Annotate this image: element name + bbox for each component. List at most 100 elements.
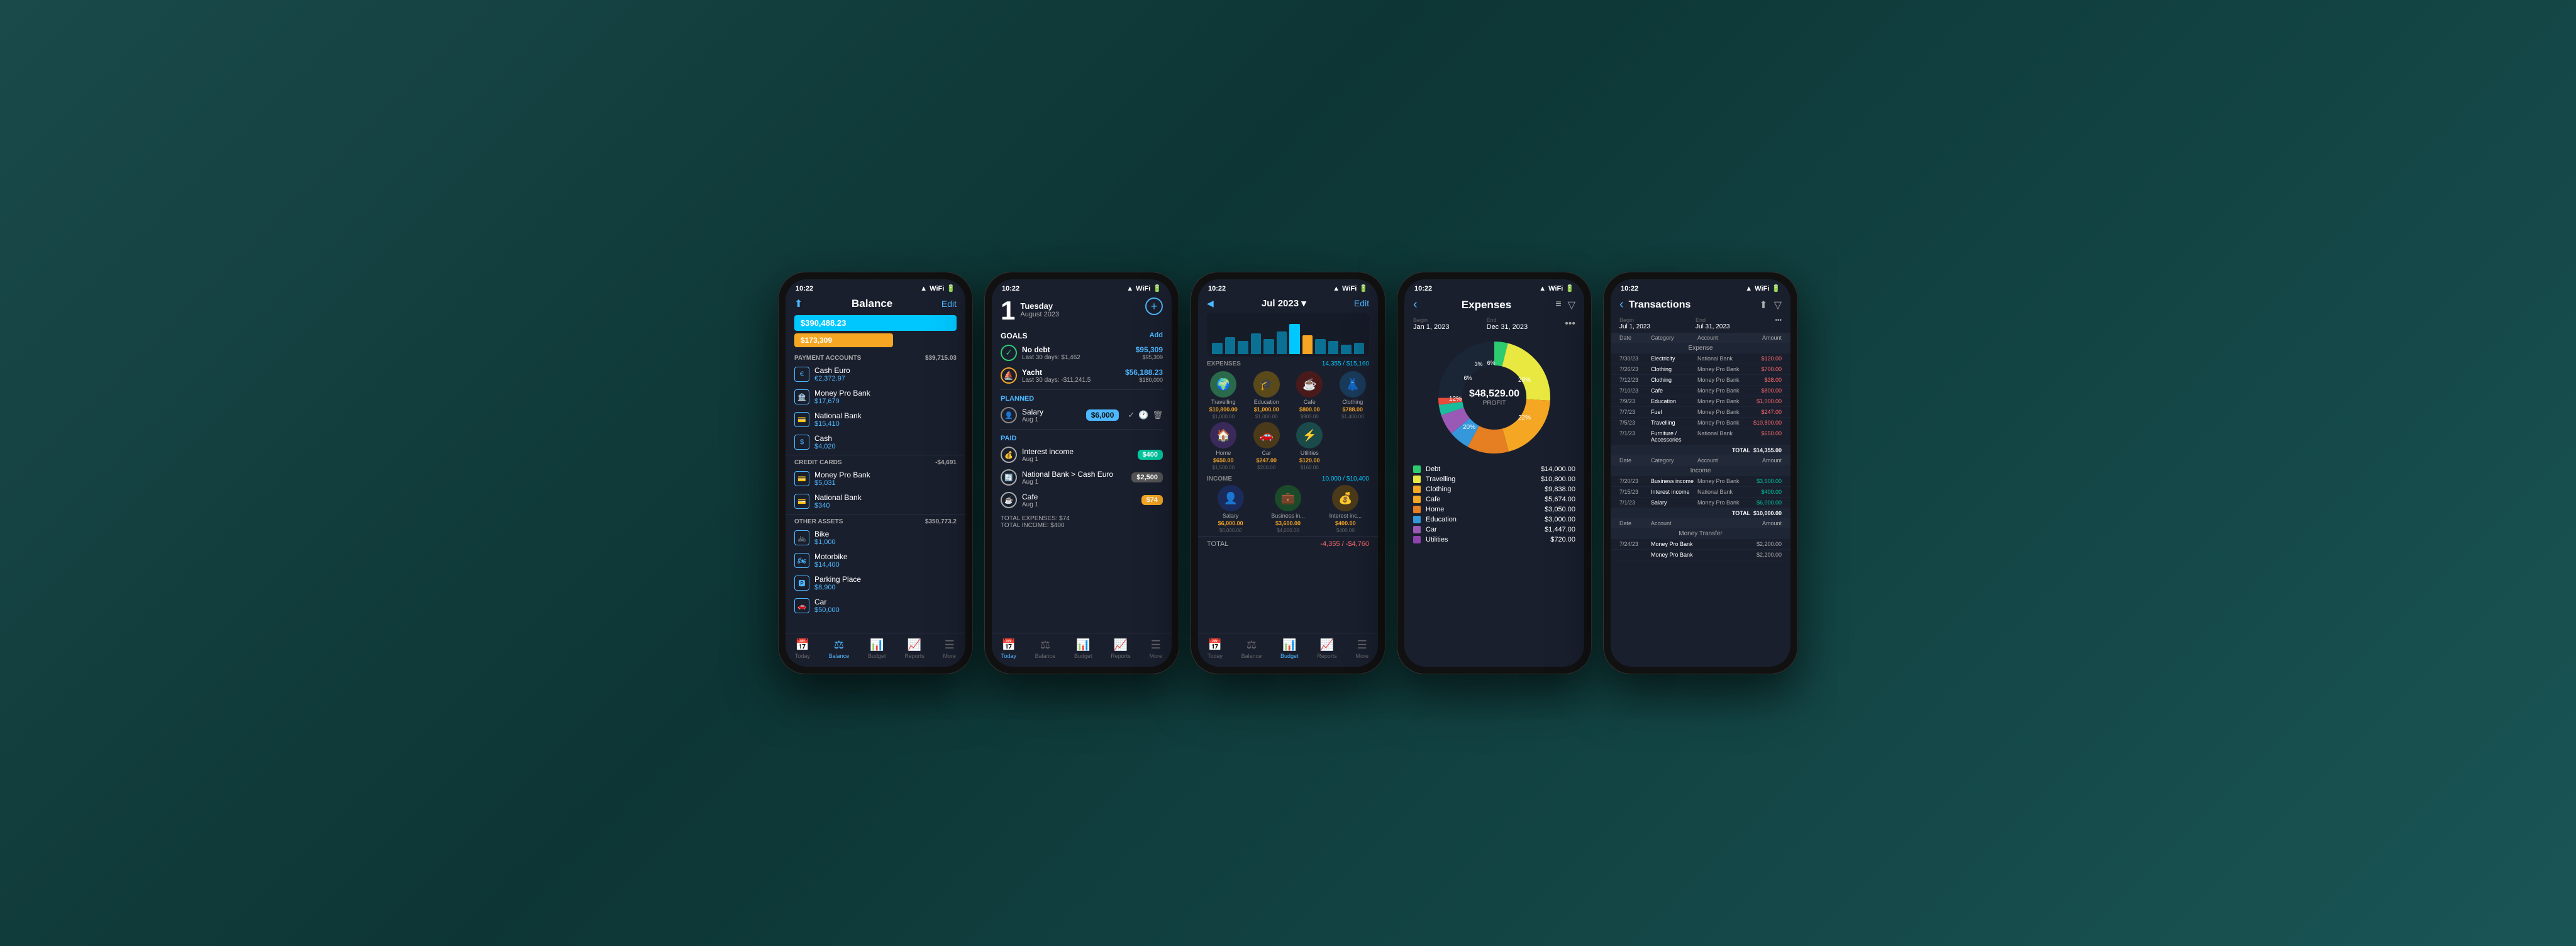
nav-balance-2[interactable]: ⚖ Balance [1035,638,1056,659]
planned-actions: ✓ 🕐 🗑 [1128,410,1163,420]
income-table-header: Date Category Account Amount [1611,455,1790,465]
payment-accounts-header: PAYMENT ACCOUNTS $39,715.03 [786,352,965,363]
car-color [1413,526,1421,533]
expense-travelling[interactable]: 🌍 Travelling $10,800.00 $1,000.00 [1203,371,1244,420]
phone-balance: 10:22 ▲ WiFi 🔋 ⬆ Balance Edit $390,488.2… [778,272,973,674]
transfer-table-header: Date Account Amount [1611,518,1790,528]
more-button-4[interactable]: ••• [1565,318,1575,330]
nav-more-3[interactable]: ☰ More [1356,638,1369,659]
filter-icon[interactable]: ▽ [1568,299,1575,311]
legend-cafe[interactable]: Cafe $5,674.00 [1413,496,1575,503]
income-business[interactable]: 💼 Business in... $3,600.00 $4,000.00 [1260,485,1315,533]
legend-debt[interactable]: Debt $14,000.00 [1413,465,1575,473]
income-total: TOTAL $10,000.00 [1611,508,1790,518]
balance-secondary: $173,309 [794,333,893,347]
date-number: 1 [1001,298,1015,324]
expense-education[interactable]: 🎓 Education $1,000.00 $1,000.00 [1246,371,1287,420]
other-assets-header: OTHER ASSETS $350,773.2 [786,516,965,526]
balance-title: Balance [852,298,892,310]
income-interest[interactable]: 💰 Interest inc... $400.00 $400.00 [1318,485,1373,533]
balance-header: ⬆ Balance Edit [786,295,965,315]
nav-balance-3[interactable]: ⚖ Balance [1241,638,1262,659]
bottom-nav-1: 📅 Today ⚖ Balance 📊 Budget 📈 Reports [786,633,965,667]
account-national-bank[interactable]: 💳 National Bank $15,410 [786,408,965,431]
legend-education[interactable]: Education $3,000.00 [1413,516,1575,523]
table-row[interactable]: 7/24/23 Money Pro Bank $2,200.00 [1611,539,1790,550]
table-row[interactable]: 7/7/23 Fuel Money Pro Bank $247.00 [1611,407,1790,418]
table-row[interactable]: Money Pro Bank $2,200.00 [1611,550,1790,560]
asset-bike[interactable]: 🚲 Bike $1,000 [786,526,965,549]
svg-text:29%: 29% [1518,377,1531,384]
table-row[interactable]: 7/30/23 Electricity National Bank $120.0… [1611,353,1790,364]
back-button-5[interactable]: ‹ [1619,298,1624,312]
table-row[interactable]: 7/10/23 Cafe Money Pro Bank $800.00 [1611,386,1790,396]
paid-transfer[interactable]: 🔄 National Bank > Cash Euro Aug 1 $2,500 [992,466,1172,489]
svg-text:6%: 6% [1487,360,1495,366]
asset-motorbike[interactable]: 🏍 Motorbike $14,400 [786,549,965,572]
euro-icon: € [794,367,809,382]
status-bar-4: 10:22 ▲ WiFi 🔋 [1404,279,1584,295]
more-button-5[interactable]: ••• [1775,317,1782,330]
nav-more-1[interactable]: ☰ More [943,638,957,659]
account-money-pro[interactable]: 🏦 Money Pro Bank $17,679 [786,386,965,408]
expense-home[interactable]: 🏠 Home $650.00 $1,500.00 [1203,422,1244,470]
budget-month[interactable]: Jul 2023 ▾ [1262,298,1306,309]
cafe-color [1413,496,1421,503]
income-salary[interactable]: 👤 Salary $6,000.00 $6,000.00 [1203,485,1258,533]
nav-today-1[interactable]: 📅 Today [795,638,810,659]
phone-budget: 10:22 ▲ WiFi 🔋 ◀ Jul 2023 ▾ Edit [1191,272,1385,674]
planned-salary[interactable]: 👤 Salary Aug 1 $6,000 ✓ 🕐 🗑 [992,404,1172,426]
tx-dates: Begin Jul 1, 2023 End Jul 31, 2023 ••• [1611,317,1790,333]
table-row[interactable]: 7/9/23 Education Money Pro Bank $1,000.0… [1611,396,1790,407]
table-row[interactable]: 7/26/23 Clothing Money Pro Bank $700.00 [1611,364,1790,375]
nav-reports-3[interactable]: 📈 Reports [1317,638,1337,659]
legend-travelling[interactable]: Travelling $10,800.00 [1413,476,1575,483]
expense-utilities[interactable]: ⚡ Utilities $120.00 $160.00 [1289,422,1330,470]
legend-car[interactable]: Car $1,447.00 [1413,526,1575,533]
legend-home[interactable]: Home $3,050.00 [1413,506,1575,513]
income-row: INCOME 10,000 / $10,400 [1198,473,1378,485]
nav-budget-3[interactable]: 📊 Budget [1280,638,1299,659]
goal-no-debt[interactable]: ✓ No debt Last 30 days: $1,462 $95,309 $… [992,342,1172,364]
list-icon[interactable]: ≡ [1555,299,1561,311]
account-cash[interactable]: $ Cash $4,020 [786,431,965,454]
goal-yacht[interactable]: ⛵ Yacht Last 30 days: -$11,241.5 $56,188… [992,364,1172,387]
asset-parking[interactable]: 🅿 Parking Place $8,900 [786,572,965,594]
nav-budget-2[interactable]: 📊 Budget [1074,638,1092,659]
table-row[interactable]: 7/1/23 Salary Money Pro Bank $6,000.00 [1611,498,1790,508]
expense-clothing[interactable]: 👗 Clothing $788.00 $1,400.00 [1333,371,1374,420]
nav-reports-2[interactable]: 📈 Reports [1111,638,1131,659]
legend-utilities[interactable]: Utilities $720.00 [1413,536,1575,543]
add-button[interactable]: + [1145,298,1163,315]
goals-section-title: GOALS Add [992,329,1172,342]
nav-today-3[interactable]: 📅 Today [1208,638,1223,659]
nav-balance-1[interactable]: ⚖ Balance [829,638,850,659]
nav-budget-1[interactable]: 📊 Budget [868,638,886,659]
nav-more-2[interactable]: ☰ More [1150,638,1163,659]
cc-money-pro[interactable]: 💳 Money Pro Bank $5,031 [786,467,965,490]
nav-reports-1[interactable]: 📈 Reports [904,638,924,659]
share-icon-5[interactable]: ⬆ [1759,299,1767,311]
cc-national-bank[interactable]: 💳 National Bank $340 [786,490,965,513]
expense-car[interactable]: 🚗 Car $247.00 $200.00 [1246,422,1287,470]
filter-icon-5[interactable]: ▽ [1774,299,1782,311]
paid-cafe[interactable]: ☕ Cafe Aug 1 $74 [992,489,1172,511]
phone-transactions: 10:22 ▲ WiFi 🔋 ‹ Transactions ⬆ ▽ [1603,272,1798,674]
expenses-legend: Debt $14,000.00 Travelling $10,800.00 Cl… [1404,465,1584,543]
paid-interest[interactable]: 💰 Interest income Aug 1 $400 [992,443,1172,466]
income-section-label: Income [1611,465,1790,476]
nav-today-2[interactable]: 📅 Today [1001,638,1016,659]
table-row[interactable]: 7/15/23 Interest income National Bank $4… [1611,487,1790,498]
share-button[interactable]: ⬆ [794,298,802,310]
table-row[interactable]: 7/1/23 Furniture / Accessories National … [1611,428,1790,445]
legend-clothing[interactable]: Clothing $9,838.00 [1413,486,1575,493]
asset-car[interactable]: 🚗 Car $50,000 [786,594,965,617]
back-button-4[interactable]: ‹ [1413,298,1418,312]
table-row[interactable]: 7/20/23 Business income Money Pro Bank $… [1611,476,1790,487]
table-row[interactable]: 7/12/23 Clothing Money Pro Bank $38.00 [1611,375,1790,386]
account-cash-euro[interactable]: € Cash Euro €2,372.97 [786,363,965,386]
expense-cafe[interactable]: ☕ Cafe $800.00 $900.00 [1289,371,1330,420]
interest-badge: $400 [1138,450,1163,460]
table-row[interactable]: 7/5/23 Travelling Money Pro Bank $10,800… [1611,418,1790,428]
edit-button[interactable]: Edit [941,299,957,309]
